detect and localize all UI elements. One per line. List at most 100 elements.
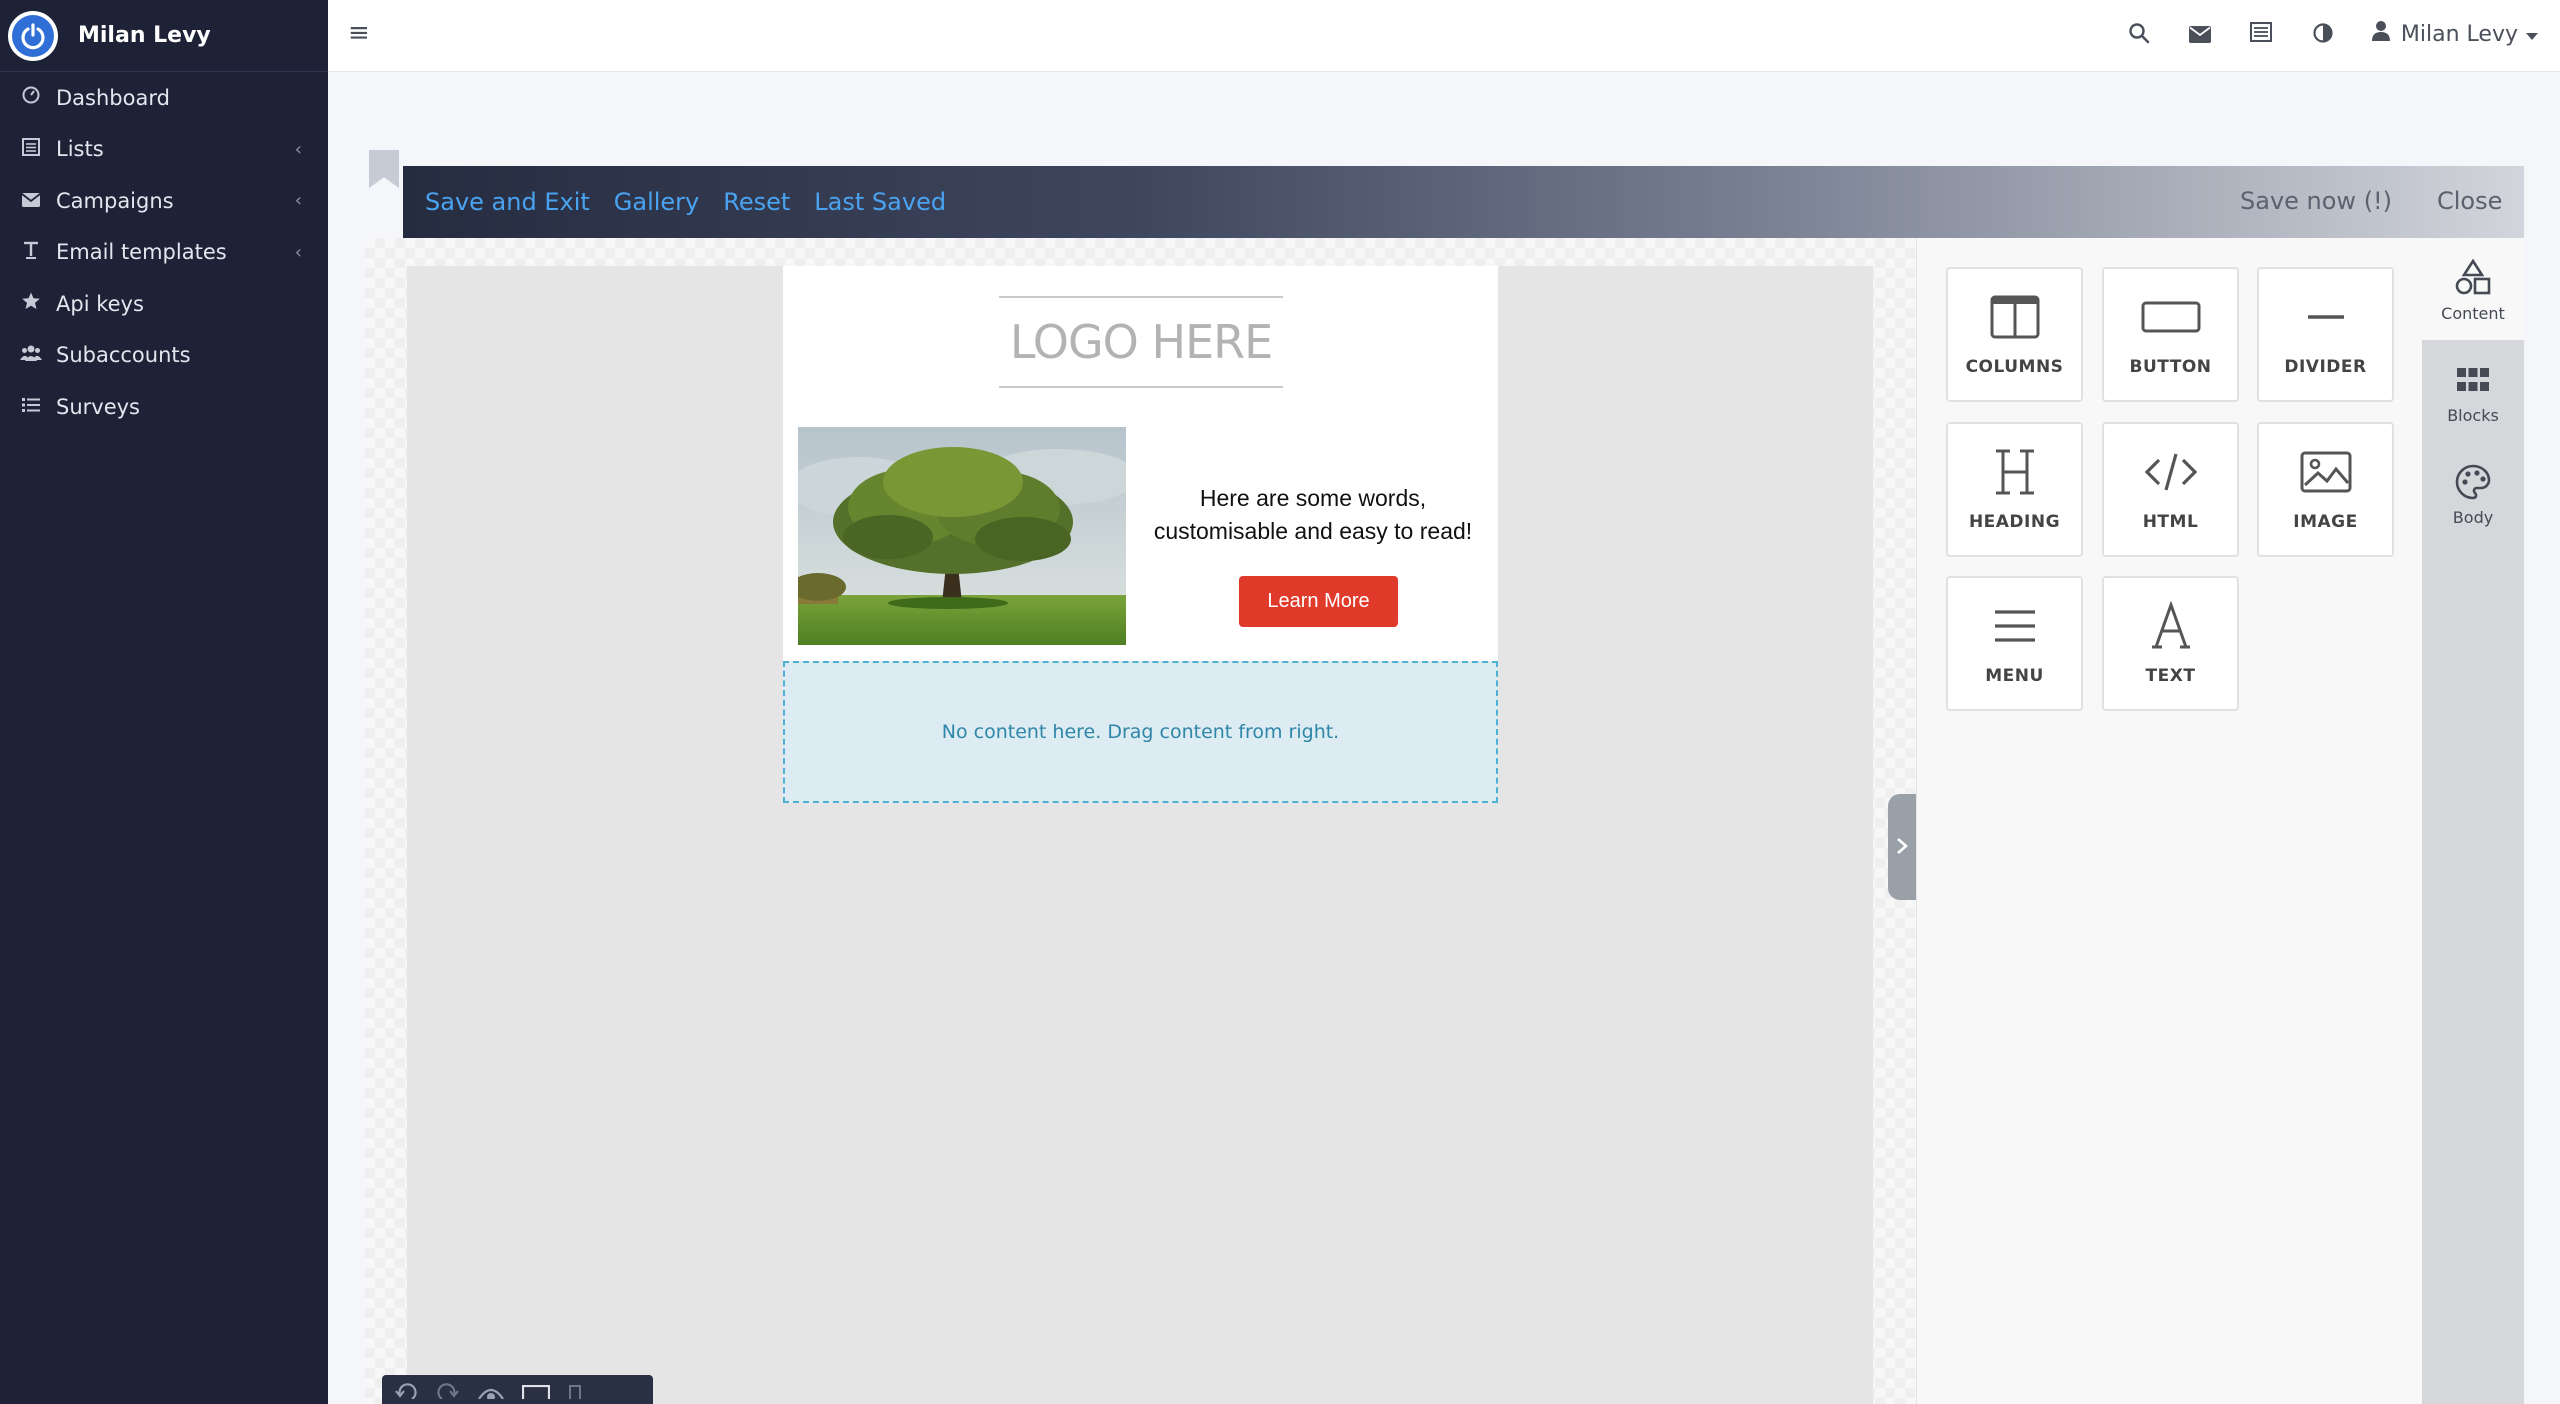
sidebar-item-email-templates[interactable]: Email templates ‹ [0, 227, 328, 279]
sidebar-item-api-keys[interactable]: Api keys [0, 278, 328, 330]
tile-button[interactable]: BUTTON [2102, 267, 2239, 402]
gallery-button[interactable]: Gallery [614, 188, 699, 216]
bottom-toolbar [382, 1375, 653, 1404]
tile-heading[interactable]: HEADING [1946, 422, 2083, 557]
undo-icon[interactable] [394, 1382, 418, 1404]
heading-icon [1993, 446, 2037, 498]
tab-body[interactable]: Body [2422, 442, 2524, 544]
dashboard-icon [20, 85, 42, 110]
panel-tabs: Content Blocks Body [2422, 238, 2524, 1404]
contrast-icon[interactable] [2312, 22, 2334, 50]
envelope-icon[interactable] [2189, 24, 2211, 49]
chevron-left-icon: ‹ [294, 190, 302, 212]
tab-content[interactable]: Content [2422, 238, 2524, 340]
list-icon[interactable] [2250, 22, 2272, 48]
tile-label: TEXT [2145, 666, 2196, 686]
hamburger-menu-icon[interactable]: ≡ [348, 18, 370, 48]
search-icon[interactable] [2128, 22, 2150, 50]
star-icon [20, 291, 42, 316]
tab-label: Content [2441, 303, 2505, 323]
bookmark-icon[interactable] [369, 150, 399, 188]
editor-toolbar: Save and Exit Gallery Reset Last Saved S… [403, 166, 2524, 238]
columns-icon [1990, 291, 2040, 343]
logo-placeholder[interactable]: LOGO HERE [999, 296, 1283, 388]
tile-label: BUTTON [2129, 357, 2212, 377]
sidebar-item-label: Lists [56, 137, 104, 162]
list-icon [20, 395, 42, 419]
grid-icon [2456, 358, 2490, 402]
chevron-right-icon [1896, 833, 1908, 861]
image-icon [2300, 446, 2352, 498]
sidebar-item-label: Surveys [56, 394, 140, 419]
save-and-exit-button[interactable]: Save and Exit [425, 188, 590, 216]
user-name: Milan Levy [2400, 21, 2518, 47]
tile-columns[interactable]: COLUMNS [1946, 267, 2083, 402]
tile-label: HEADING [1968, 512, 2061, 532]
logo-text: LOGO HERE [1009, 315, 1273, 369]
tile-label: HTML [2142, 512, 2199, 532]
palette-icon [2455, 460, 2491, 504]
sidebar-item-campaigns[interactable]: Campaigns ‹ [0, 175, 328, 227]
sidebar-nav: Dashboard Lists ‹ Campaigns ‹ Email temp… [0, 72, 328, 433]
caret-down-icon [2526, 22, 2538, 47]
email-row[interactable]: LOGO HERE Here are some words, customisa… [783, 266, 1498, 661]
sidebar-item-label: Subaccounts [56, 343, 191, 368]
mobile-view-icon[interactable] [568, 1382, 582, 1404]
text-icon [2151, 600, 2191, 652]
tree-image[interactable] [798, 427, 1126, 645]
hero-text[interactable]: Here are some words, customisable and ea… [1143, 482, 1483, 548]
tab-label: Body [2452, 507, 2494, 527]
learn-more-button[interactable]: Learn More [1239, 576, 1398, 627]
sidebar-item-label: Api keys [56, 291, 144, 316]
brand[interactable]: Milan Levy [0, 0, 328, 72]
tile-label: DIVIDER [2284, 357, 2367, 377]
divider-icon [2306, 291, 2346, 343]
menu-icon [1991, 600, 2039, 652]
sidebar-item-lists[interactable]: Lists ‹ [0, 124, 328, 176]
sidebar-item-label: Campaigns [56, 188, 174, 213]
desktop-view-icon[interactable] [521, 1382, 551, 1404]
tile-label: MENU [1985, 666, 2044, 686]
user-menu[interactable]: Milan Levy [2371, 20, 2538, 48]
tile-image[interactable]: IMAGE [2257, 422, 2394, 557]
close-button[interactable]: Close [2437, 187, 2502, 215]
chevron-left-icon: ‹ [294, 138, 302, 160]
preview-eye-icon[interactable] [478, 1382, 504, 1404]
content-panel: COLUMNS BUTTON DIVIDER HEADING HTML IMAG… [1916, 238, 2422, 1404]
chevron-left-icon: ‹ [294, 241, 302, 263]
dropzone-text: No content here. Drag content from right… [941, 721, 1340, 743]
sidebar-item-subaccounts[interactable]: Subaccounts [0, 330, 328, 382]
sidebar-item-label: Dashboard [56, 85, 170, 110]
shapes-icon [2454, 256, 2492, 300]
brand-logo-icon [8, 10, 58, 61]
redo-icon[interactable] [436, 1382, 460, 1404]
hero-text-line: Here are some words, [1199, 485, 1427, 511]
text-icon [20, 240, 42, 265]
tile-menu[interactable]: MENU [1946, 576, 2083, 711]
code-icon [2143, 446, 2199, 498]
last-saved-button[interactable]: Last Saved [814, 188, 946, 216]
topbar: ≡ Milan Levy [328, 0, 2560, 72]
list-icon [20, 137, 42, 162]
sidebar-item-dashboard[interactable]: Dashboard [0, 72, 328, 124]
envelope-icon [20, 189, 42, 213]
tile-label: IMAGE [2293, 512, 2358, 532]
sidebar-item-surveys[interactable]: Surveys [0, 381, 328, 433]
user-icon [2371, 20, 2391, 48]
tile-label: COLUMNS [1965, 357, 2064, 377]
sidebar: Milan Levy Dashboard Lists ‹ Campaigns ‹ [0, 0, 328, 1404]
reset-button[interactable]: Reset [723, 188, 790, 216]
tile-html[interactable]: HTML [2102, 422, 2239, 557]
hero-text-line: customisable and easy to read! [1153, 518, 1473, 544]
button-icon [2141, 291, 2201, 343]
tab-label: Blocks [2447, 405, 2499, 425]
tile-divider[interactable]: DIVIDER [2257, 267, 2394, 402]
empty-dropzone[interactable]: No content here. Drag content from right… [783, 661, 1498, 803]
users-icon [20, 343, 42, 367]
tab-blocks[interactable]: Blocks [2422, 340, 2524, 442]
brand-name: Milan Levy [78, 23, 211, 48]
tile-text[interactable]: TEXT [2102, 576, 2239, 711]
save-now-button[interactable]: Save now (!) [2240, 187, 2392, 215]
collapse-panel-handle[interactable] [1888, 794, 1916, 900]
sidebar-item-label: Email templates [56, 240, 227, 265]
